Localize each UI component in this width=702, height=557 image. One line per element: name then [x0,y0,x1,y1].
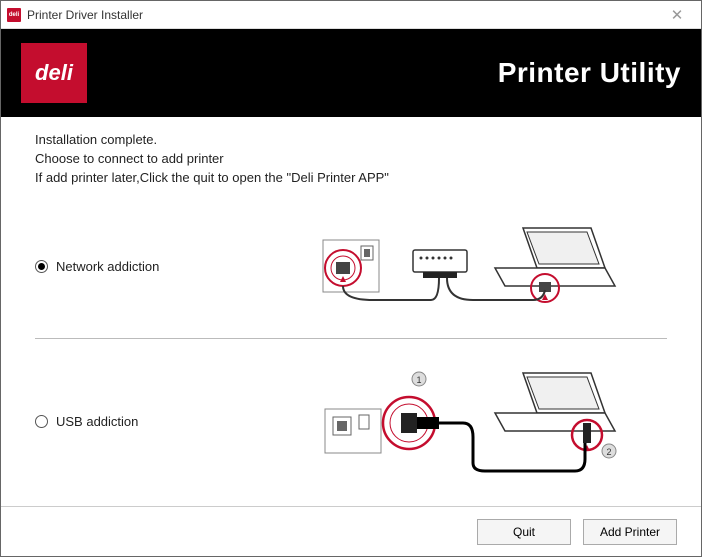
quit-button[interactable]: Quit [477,519,571,545]
utility-title: Printer Utility [87,57,681,89]
brand-logo: deli [21,43,87,103]
install-message: Installation complete. Choose to connect… [35,131,667,188]
window-title: Printer Driver Installer [27,8,659,22]
msg-line-1: Installation complete. [35,131,667,150]
radio-dot-icon [35,260,48,273]
usb-diagram-icon: 1 [269,367,667,477]
radio-dot-icon [35,415,48,428]
usb-option-row: USB addiction 1 [35,361,667,483]
usb-radio-label: USB addiction [56,414,138,429]
svg-text:2: 2 [606,447,611,457]
close-icon: ✕ [671,6,684,24]
network-option-row: Network addiction [35,216,667,318]
svg-text:1: 1 [416,375,421,385]
content-area: Installation complete. Choose to connect… [1,117,701,506]
network-radio-label: Network addiction [56,259,159,274]
msg-line-2: Choose to connect to add printer [35,150,667,169]
usb-radio[interactable]: USB addiction [35,414,235,429]
option-divider [35,338,667,339]
add-printer-button[interactable]: Add Printer [583,519,677,545]
banner: deli Printer Utility [1,29,701,117]
titlebar: deli Printer Driver Installer ✕ [1,1,701,29]
network-radio[interactable]: Network addiction [35,259,235,274]
msg-line-3: If add printer later,Click the quit to o… [35,169,667,188]
network-diagram-icon [269,222,667,312]
close-button[interactable]: ✕ [659,4,695,26]
footer: Quit Add Printer [1,506,701,556]
app-icon: deli [7,8,21,22]
